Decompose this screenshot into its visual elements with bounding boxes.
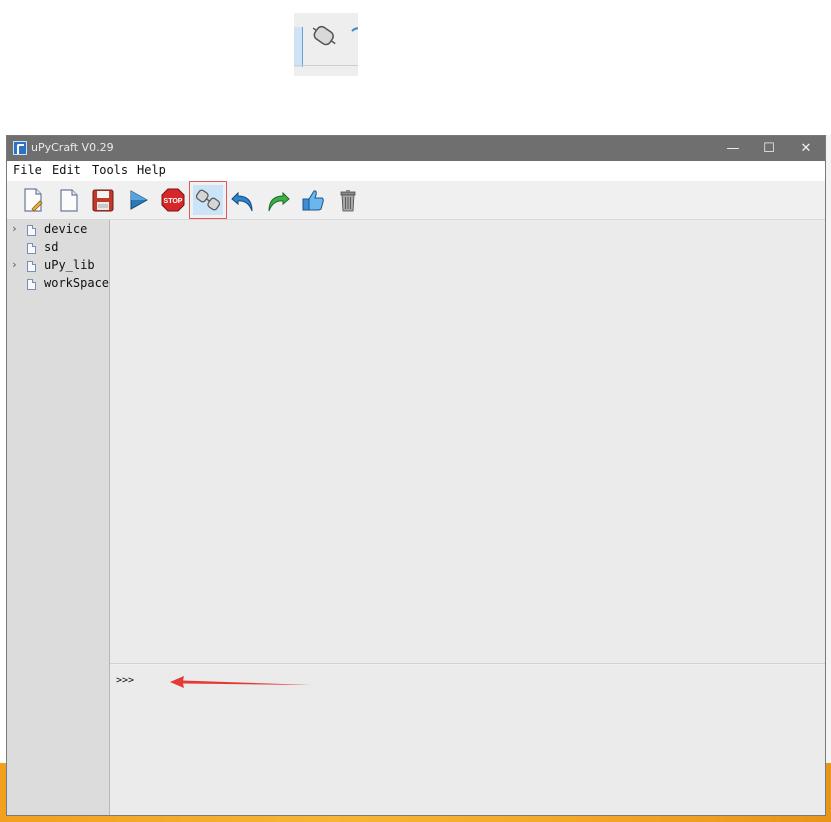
chevron-right-icon[interactable]: › — [11, 222, 21, 235]
connect-icon-preview — [312, 25, 336, 46]
open-file-icon — [60, 189, 78, 212]
connect-button[interactable] — [189, 181, 227, 219]
background-window-edge — [826, 135, 831, 765]
toolbar: STOP — [7, 181, 825, 220]
annotation-arrow — [170, 676, 312, 688]
save-button[interactable] — [88, 185, 118, 215]
app-icon — [13, 141, 27, 155]
tree-item-label: uPy_lib — [44, 258, 95, 272]
tree-item-label: workSpace — [44, 276, 110, 290]
menu-tools[interactable]: Tools — [92, 163, 128, 177]
terminal-prompt: >>> — [116, 675, 135, 686]
redo-icon — [268, 191, 290, 212]
tree-item-label: sd — [44, 240, 59, 254]
tree-item-device[interactable]: › device — [7, 222, 109, 239]
tree-item-upy-lib[interactable]: › uPy_lib — [7, 258, 109, 275]
run-icon — [130, 190, 149, 210]
zoomed-toolbar-preview — [294, 13, 358, 76]
open-file-button[interactable] — [53, 185, 83, 215]
redo-button[interactable] — [263, 185, 293, 215]
preview-edge — [294, 27, 303, 67]
syntax-check-button[interactable] — [298, 185, 328, 215]
close-button[interactable]: ✕ — [788, 136, 824, 161]
clear-icon — [340, 190, 356, 212]
save-icon — [92, 189, 114, 212]
menu-edit[interactable]: Edit — [52, 163, 81, 177]
file-tree: › device sd › uPy_lib workSpace — [7, 220, 110, 815]
undo-icon — [231, 191, 253, 212]
tree-item-workspace[interactable]: workSpace — [7, 276, 109, 293]
stop-icon-text: STOP — [164, 198, 183, 205]
stop-button[interactable]: STOP — [158, 185, 188, 215]
new-file-icon — [24, 188, 43, 212]
tree-item-label: device — [44, 222, 88, 236]
menu-bar: File Edit Tools Help — [7, 161, 825, 181]
maximize-button[interactable]: ☐ — [751, 136, 787, 161]
folder-icon — [27, 225, 36, 236]
stop-icon: STOP — [161, 188, 185, 212]
run-button[interactable] — [123, 185, 153, 215]
undo-button[interactable] — [228, 185, 258, 215]
syntax-check-icon — [302, 190, 324, 211]
new-file-button[interactable] — [18, 185, 48, 215]
preview-divider — [294, 65, 358, 66]
terminal-panel[interactable]: >>> — [110, 665, 825, 815]
connect-icon — [195, 189, 221, 211]
editor-area[interactable] — [110, 220, 825, 664]
folder-icon — [27, 261, 36, 272]
menu-file[interactable]: File — [13, 163, 42, 177]
menu-help[interactable]: Help — [137, 163, 166, 177]
folder-icon — [27, 279, 36, 290]
undo-icon-preview — [351, 27, 358, 32]
folder-icon — [27, 243, 36, 254]
minimize-button[interactable]: — — [715, 136, 751, 161]
tree-item-sd[interactable]: sd — [7, 240, 109, 257]
chevron-right-icon[interactable]: › — [11, 258, 21, 271]
clear-button[interactable] — [333, 185, 363, 215]
window-title: uPyCraft V0.29 — [31, 141, 114, 154]
app-window: uPyCraft V0.29 — ☐ ✕ File Edit Tools Hel… — [6, 135, 826, 816]
title-bar[interactable]: uPyCraft V0.29 — ☐ ✕ — [7, 136, 825, 161]
